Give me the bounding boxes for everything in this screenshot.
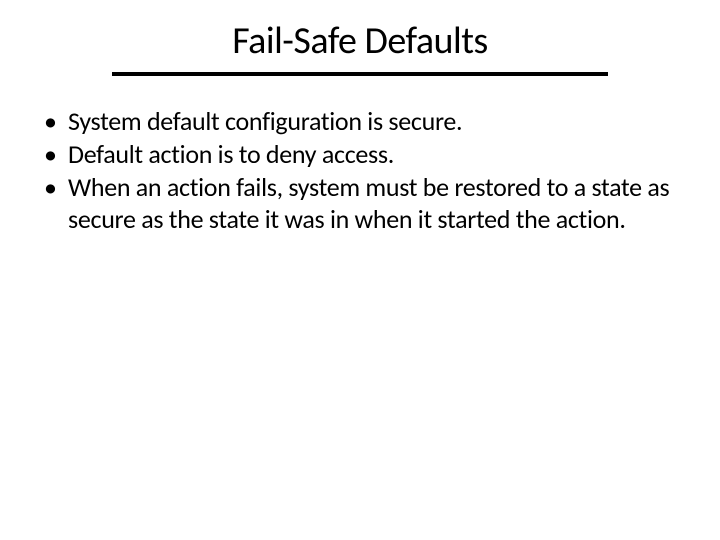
bullet-item: Default action is to deny access. bbox=[40, 139, 670, 170]
title-divider bbox=[112, 72, 608, 76]
slide-container: Fail-Safe Defaults System default config… bbox=[0, 0, 720, 540]
bullet-item: When an action fails, system must be res… bbox=[40, 172, 670, 234]
slide-content: System default configuration is secure. … bbox=[30, 106, 690, 235]
bullet-list: System default configuration is secure. … bbox=[40, 106, 670, 235]
bullet-item: System default configuration is secure. bbox=[40, 106, 670, 137]
slide-title: Fail-Safe Defaults bbox=[30, 18, 690, 64]
